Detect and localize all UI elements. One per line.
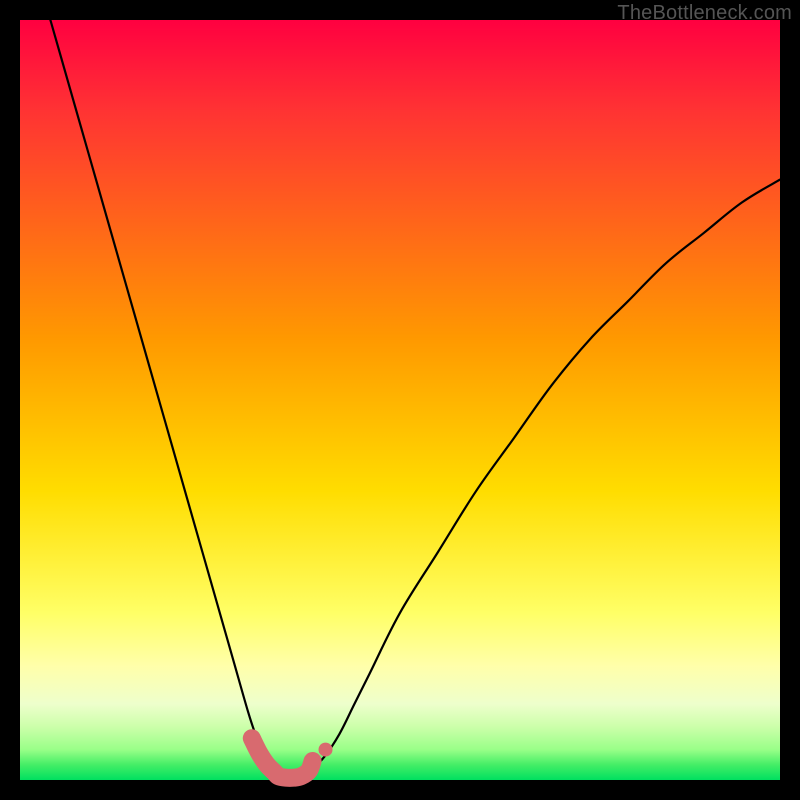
highlight-segment: [252, 738, 313, 778]
bottleneck-curve: [50, 20, 780, 781]
highlight-dot: [319, 743, 333, 757]
watermark-text: TheBottleneck.com: [617, 2, 792, 25]
chart-overlay: [20, 20, 780, 780]
